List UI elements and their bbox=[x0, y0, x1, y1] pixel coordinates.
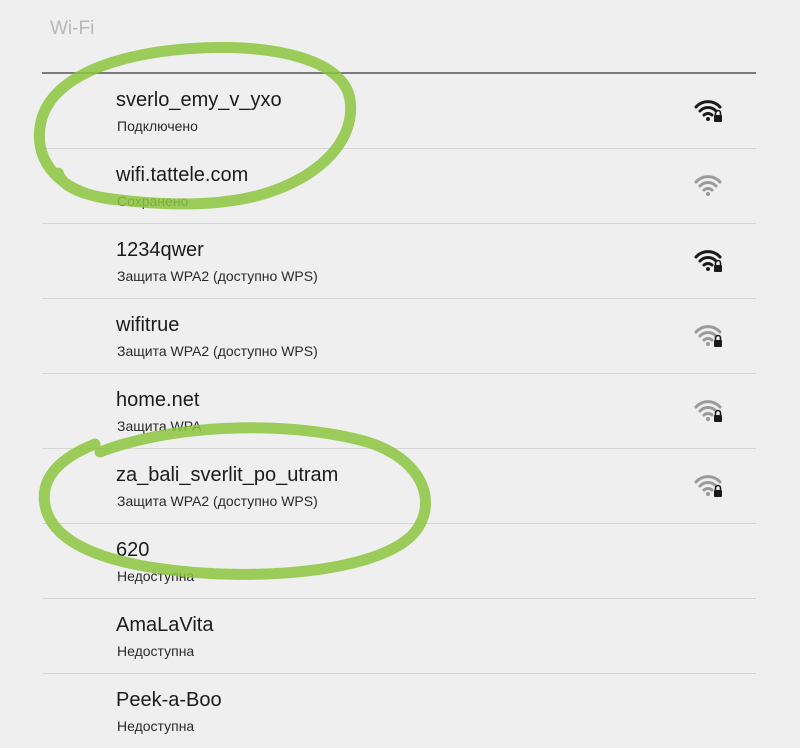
wifi-icon bbox=[694, 174, 724, 198]
network-row[interactable]: sverlo_emy_v_yxo Подключено bbox=[42, 74, 756, 149]
network-status: Защита WPA2 (доступно WPS) bbox=[117, 493, 318, 509]
wifi-lock-icon bbox=[694, 474, 724, 498]
network-name: sverlo_emy_v_yxo bbox=[116, 89, 282, 111]
network-name: 620 bbox=[116, 539, 150, 561]
network-status: Недоступна bbox=[117, 568, 195, 584]
network-status: Защита WPA2 (доступно WPS) bbox=[117, 343, 318, 359]
network-status: Защита WPA2 (доступно WPS) bbox=[117, 268, 318, 284]
network-name: 1234qwer bbox=[116, 239, 204, 261]
network-row[interactable]: wifi.tattele.com Сохранено bbox=[42, 149, 756, 224]
network-row[interactable]: 1234qwer Защита WPA2 (доступно WPS) bbox=[42, 224, 756, 299]
network-list: sverlo_emy_v_yxo Подключено wifi.tattele.c… bbox=[42, 74, 756, 748]
network-status: Недоступна bbox=[117, 643, 195, 659]
network-row[interactable]: wifitrue Защита WPA2 (доступно WPS) bbox=[42, 299, 756, 374]
network-row[interactable]: za_bali_sverlit_po_utram Защита WPA2 (дос… bbox=[42, 449, 756, 524]
network-row[interactable]: 620 Недоступна bbox=[42, 524, 756, 599]
wifi-lock-icon bbox=[694, 99, 724, 123]
network-name: za_bali_sverlit_po_utram bbox=[116, 464, 339, 486]
network-status: Недоступна bbox=[117, 718, 195, 734]
wifi-lock-icon bbox=[694, 324, 724, 348]
wifi-lock-icon bbox=[694, 399, 724, 423]
network-name: wifi.tattele.com bbox=[116, 164, 249, 186]
network-status: Защита WPA bbox=[117, 418, 202, 434]
network-name: home.net bbox=[116, 389, 200, 411]
wifi-lock-icon bbox=[694, 249, 724, 273]
network-row[interactable]: home.net Защита WPA bbox=[42, 374, 756, 449]
network-status: Сохранено bbox=[117, 193, 189, 209]
network-name: wifitrue bbox=[116, 314, 180, 336]
page-title: Wi-Fi bbox=[50, 18, 95, 39]
network-name: AmaLaVita bbox=[116, 614, 214, 636]
network-row[interactable]: AmaLaVita Недоступна bbox=[42, 599, 756, 674]
network-name: Peek-a-Boo bbox=[116, 689, 222, 711]
wifi-header: Wi-Fi bbox=[42, 0, 756, 74]
network-status: Подключено bbox=[117, 118, 198, 134]
